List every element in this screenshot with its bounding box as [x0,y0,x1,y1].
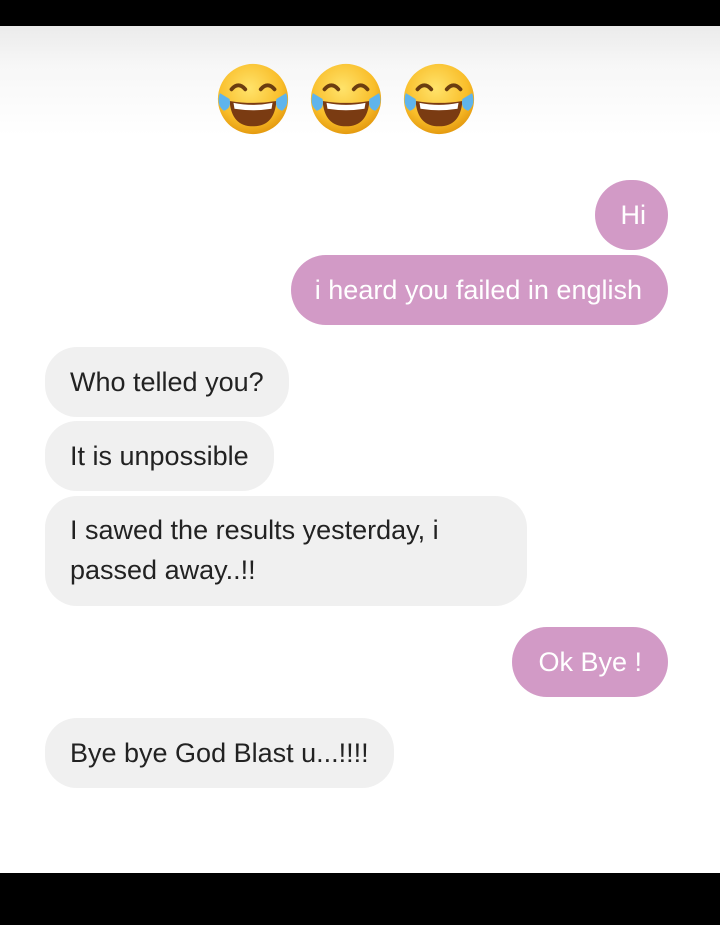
emoji-row [214,60,478,140]
message-bubble-received[interactable]: It is unpossible [45,421,274,491]
message-bubble-received[interactable]: Bye bye God Blast u...!!!! [45,718,394,788]
top-black-bar [0,0,720,26]
message-bubble-sent[interactable]: i heard you failed in english [290,255,668,325]
face-with-tears-of-joy-icon [403,63,475,135]
message-bubble-received[interactable]: Who telled you? [45,347,289,417]
face-with-tears-of-joy-icon [217,63,289,135]
bottom-black-bar [0,873,720,925]
message-bubble-sent[interactable]: Ok Bye ! [512,627,668,697]
chat-screen: Hi i heard you failed in english Who tel… [0,26,720,873]
message-bubble-sent[interactable]: Hi [594,180,668,250]
message-bubble-received[interactable]: I sawed the results yesterday, i passed … [45,496,527,606]
face-with-tears-of-joy-icon [310,63,382,135]
